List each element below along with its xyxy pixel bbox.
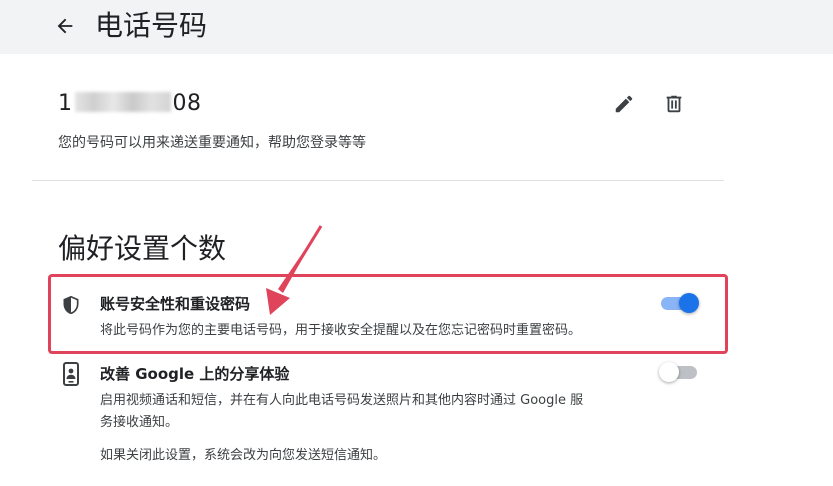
back-button[interactable] xyxy=(50,11,80,41)
arrow-back-icon xyxy=(57,18,73,34)
phone-description: 您的号码可以用来递送重要通知，帮助您登录等等 xyxy=(58,135,366,151)
divider xyxy=(32,180,724,181)
preferences-title: 偏好设置个数 xyxy=(58,232,227,265)
page-title: 电话号码 xyxy=(95,9,208,42)
phone-share-icon xyxy=(60,362,82,386)
phone-number-suffix: 08 xyxy=(172,91,202,116)
security-setting-title: 账号安全性和重设密码 xyxy=(100,295,251,313)
sharing-setting-toggle[interactable] xyxy=(659,360,699,384)
security-setting-toggle[interactable] xyxy=(659,291,699,315)
security-setting-description: 将此号码作为您的主要电话号码，用于接收安全提醒以及在您忘记密码时重置密码。 xyxy=(100,323,582,338)
pencil-icon xyxy=(615,95,633,113)
sharing-setting-title: 改善 Google 上的分享体验 xyxy=(100,365,290,383)
delete-button[interactable] xyxy=(661,91,687,117)
phone-number-prefix: 1 xyxy=(58,91,73,116)
phone-number: 1 08 xyxy=(58,89,202,119)
toggle-knob xyxy=(679,293,699,313)
shield-icon xyxy=(60,293,82,317)
sharing-setting-note: 如果关闭此设置，系统会改为向您发送短信通知。 xyxy=(100,448,387,463)
redacted-digits xyxy=(74,92,171,112)
sharing-setting-description-line2: 务接收通知。 xyxy=(100,415,179,430)
trash-icon xyxy=(666,95,682,113)
top-app-bar: 电话号码 xyxy=(0,0,833,54)
toggle-knob xyxy=(659,362,679,382)
sharing-setting-description-line1: 启用视频通话和短信，并在有人向此电话号码发送照片和其他内容时通过 Google … xyxy=(100,393,584,408)
edit-button[interactable] xyxy=(611,91,637,117)
